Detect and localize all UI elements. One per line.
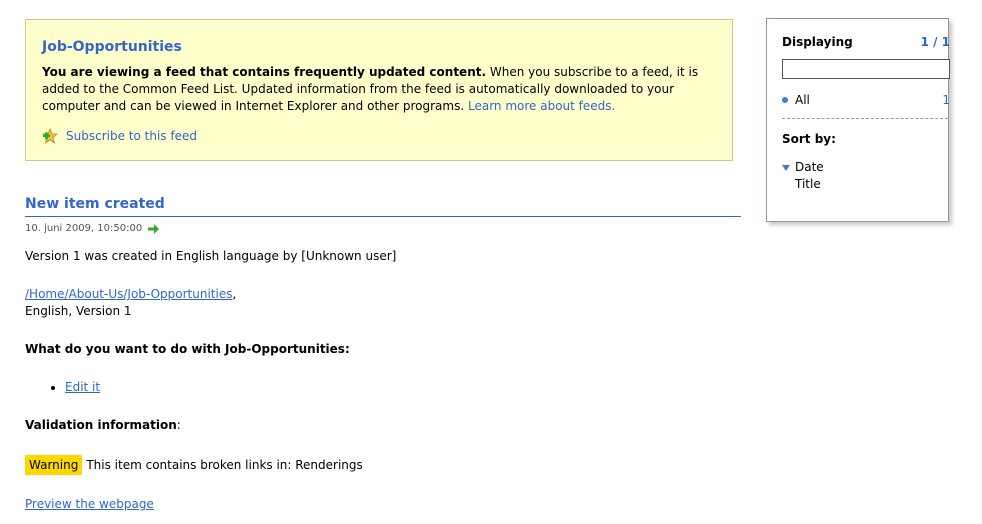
sort-by-label: Sort by:: [782, 132, 836, 146]
feed-sidebar: Displaying 1 / 1 All 1 Sort by: Date Tit…: [766, 18, 950, 222]
edit-it-link[interactable]: Edit it: [65, 380, 100, 394]
item-title: New item created: [25, 194, 741, 217]
subscribe-row[interactable]: Subscribe to this feed: [41, 127, 732, 145]
actions-question: What do you want to do with Job-Opportun…: [25, 342, 350, 356]
item-date: 10. juni 2009, 10:50:00: [25, 223, 143, 234]
sort-options: Date Title: [782, 159, 948, 193]
warning-text: This item contains broken links in: Rend…: [86, 457, 363, 472]
item-body: Version 1 was created in English languag…: [25, 248, 741, 513]
subscribe-link[interactable]: Subscribe to this feed: [66, 127, 197, 145]
displaying-row: Displaying 1 / 1: [782, 35, 950, 49]
feed-description-bold: You are viewing a feed that contains fre…: [42, 65, 487, 79]
version-text: Version 1 was created in English languag…: [25, 249, 397, 263]
subscribe-star-plus-icon[interactable]: [41, 127, 59, 144]
feed-item: New item created 10. juni 2009, 10:50:00…: [25, 194, 741, 513]
filter-all-count: 1: [942, 93, 950, 107]
learn-more-link[interactable]: Learn more about feeds.: [468, 99, 615, 113]
item-path-block: /Home/About-Us/Job-Opportunities, English…: [25, 287, 237, 318]
item-date-row: 10. juni 2009, 10:50:00: [25, 222, 741, 236]
actions-list: Edit it: [25, 379, 741, 396]
warning-badge: Warning: [25, 455, 83, 475]
sort-option-title-label[interactable]: Title: [795, 176, 821, 193]
bullet-icon: [782, 97, 788, 103]
feed-title: Job-Opportunities: [42, 39, 182, 55]
language-version: English, Version 1: [25, 304, 132, 318]
filter-all[interactable]: All: [782, 92, 810, 108]
list-item: Edit it: [65, 379, 741, 396]
displaying-label: Displaying: [782, 35, 853, 49]
preview-row: Preview the webpage: [25, 496, 741, 513]
sidebar-divider: [782, 118, 948, 119]
validation-heading: Validation information:: [25, 418, 181, 432]
filter-all-label[interactable]: All: [795, 92, 810, 108]
filter-all-row[interactable]: All 1: [782, 92, 950, 108]
displaying-count: 1 / 1: [920, 35, 950, 49]
preview-webpage-link[interactable]: Preview the webpage: [25, 497, 154, 511]
warning-row: Warning This item contains broken links …: [25, 455, 741, 475]
sort-option-date-label[interactable]: Date: [795, 159, 824, 176]
sort-option-title[interactable]: Title: [782, 176, 948, 193]
item-path-link[interactable]: /Home/About-Us/Job-Opportunities: [25, 287, 232, 301]
go-arrow-icon[interactable]: [147, 223, 160, 235]
filter-input[interactable]: [782, 59, 950, 79]
feed-description: You are viewing a feed that contains fre…: [42, 64, 722, 115]
sort-option-date[interactable]: Date: [782, 159, 948, 176]
sort-descending-icon: [782, 164, 790, 171]
feed-header: Job-Opportunities You are viewing a feed…: [25, 19, 733, 161]
